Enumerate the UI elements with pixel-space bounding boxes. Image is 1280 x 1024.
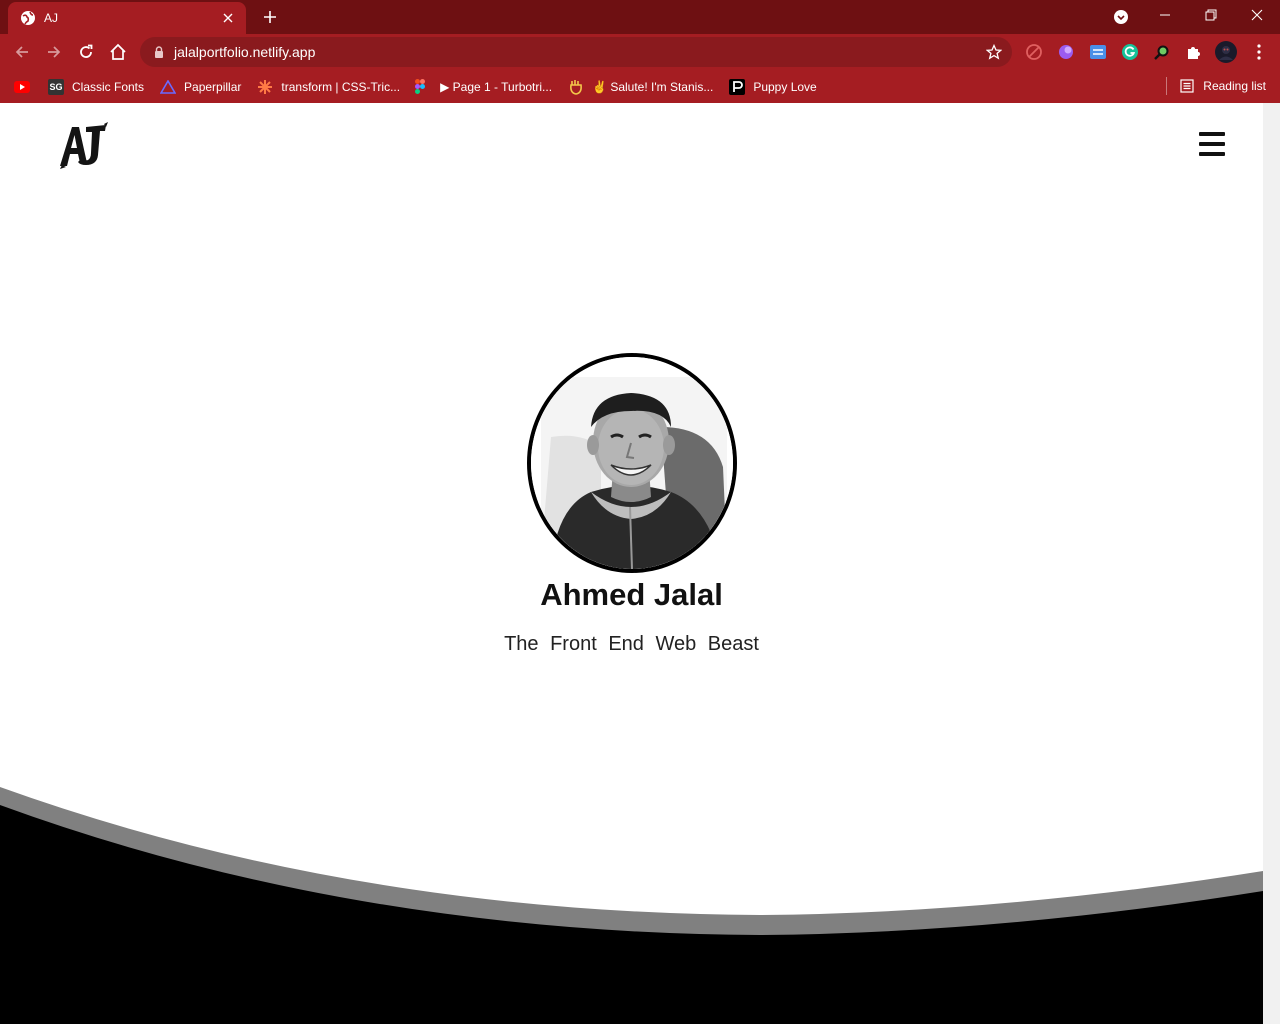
new-tab-button[interactable] — [258, 5, 282, 29]
reading-list-button[interactable]: Reading list — [1166, 73, 1266, 99]
url-text: jalalportfolio.netlify.app — [174, 44, 316, 60]
css-tricks-icon — [257, 79, 273, 95]
bookmark-puppy-love[interactable]: Puppy Love — [723, 74, 822, 100]
restore-button[interactable] — [1188, 0, 1234, 30]
hamburger-line — [1199, 132, 1225, 136]
bookmark-label: transform | CSS-Tric... — [281, 79, 401, 94]
forward-button[interactable] — [40, 38, 68, 66]
salute-icon — [568, 79, 584, 95]
extension-purple-icon[interactable] — [1055, 41, 1077, 63]
browser-tab[interactable]: AJ — [8, 2, 246, 34]
page-scrollbar[interactable] — [1263, 103, 1280, 1024]
bookmark-figma[interactable] — [410, 74, 434, 100]
bookmark-label: ✌ Salute! I'm Stanis... — [592, 79, 714, 94]
site-logo[interactable] — [58, 121, 110, 169]
divider — [1166, 77, 1168, 95]
bookmark-paperpillar[interactable]: Paperpillar — [154, 74, 247, 100]
profile-avatar-icon[interactable] — [1215, 41, 1237, 63]
extension-privacy-icon[interactable] — [1023, 41, 1045, 63]
bookmark-salute[interactable]: ✌ Salute! I'm Stanis... — [562, 74, 719, 100]
puppy-love-icon — [729, 78, 746, 95]
close-window-button[interactable] — [1234, 0, 1280, 30]
hamburger-line — [1199, 142, 1225, 146]
bookmark-label: Paperpillar — [184, 79, 242, 94]
browser-titlebar: AJ — [0, 0, 1280, 34]
tab-search-button[interactable] — [1110, 6, 1132, 28]
bookmark-label: Classic Fonts — [72, 79, 145, 94]
sg-icon: SG — [48, 78, 64, 95]
grammarly-icon[interactable] — [1119, 41, 1141, 63]
address-bar[interactable]: jalalportfolio.netlify.app — [140, 37, 1012, 67]
footer-wave — [0, 787, 1263, 1024]
bookmark-css-tricks[interactable]: transform | CSS-Tric... — [251, 74, 406, 100]
profile-name: Ahmed Jalal — [540, 577, 723, 612]
figma-icon — [412, 78, 428, 95]
extension-blue-icon[interactable] — [1087, 41, 1109, 63]
profile-tagline: The Front End Web Beast — [504, 633, 759, 655]
puzzle-icon[interactable] — [1183, 41, 1205, 63]
bookmark-star-icon[interactable] — [980, 38, 1008, 66]
reading-list-icon — [1179, 78, 1195, 94]
bookmarks-bar: SG Classic Fonts Paperpillar transform |… — [0, 70, 1280, 103]
tab-title: AJ — [44, 11, 59, 25]
globe-icon — [20, 10, 36, 26]
bookmark-label: ▶ Page 1 - Turbotri... — [440, 79, 553, 94]
more-menu-icon[interactable] — [1248, 41, 1270, 63]
lock-icon — [152, 45, 166, 59]
extension-inspector-icon[interactable] — [1151, 41, 1173, 63]
hamburger-line — [1199, 152, 1225, 156]
bookmark-classic-fonts[interactable]: SG Classic Fonts — [42, 74, 150, 100]
youtube-icon — [14, 79, 30, 95]
minimize-button[interactable] — [1142, 0, 1188, 30]
home-button[interactable] — [104, 38, 132, 66]
reload-button[interactable] — [72, 38, 100, 66]
paperpillar-icon — [160, 79, 177, 95]
bookmark-label: Puppy Love — [753, 79, 817, 94]
page-viewport: Ahmed Jalal The Front End Web Beast — [0, 103, 1280, 1024]
bookmark-turbotri[interactable]: ▶ Page 1 - Turbotri... — [438, 74, 558, 100]
reading-list-label: Reading list — [1203, 79, 1266, 93]
hamburger-menu-button[interactable] — [1199, 132, 1225, 156]
browser-toolbar: jalalportfolio.netlify.app — [0, 34, 1280, 70]
bookmark-youtube[interactable] — [12, 74, 40, 100]
tab-close-icon[interactable] — [220, 10, 236, 26]
profile-photo — [527, 353, 737, 573]
back-button[interactable] — [8, 38, 36, 66]
